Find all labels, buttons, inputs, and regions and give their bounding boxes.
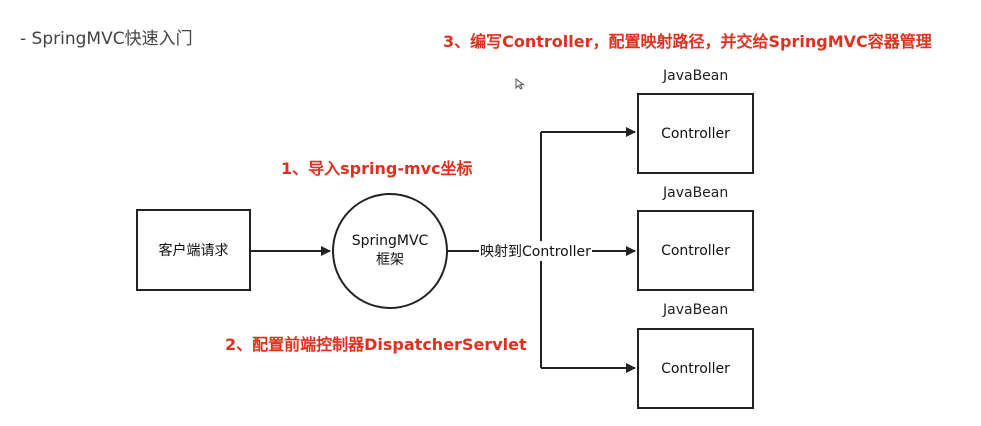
controller-box-3: Controller	[637, 328, 754, 409]
springmvc-framework-circle: SpringMVC框架	[332, 193, 448, 309]
controller-box-2: Controller	[637, 210, 754, 291]
javabean-label-2: JavaBean	[663, 185, 729, 201]
mouse-pointer-icon	[515, 78, 525, 90]
javabean-label-3: JavaBean	[663, 302, 729, 318]
framework-label: SpringMVC框架	[351, 233, 429, 268]
javabean-label-1: JavaBean	[663, 68, 729, 84]
mapping-label: 映射到Controller	[479, 241, 592, 261]
client-request-box: 客户端请求	[136, 209, 251, 291]
controller-box-1: Controller	[637, 93, 754, 174]
